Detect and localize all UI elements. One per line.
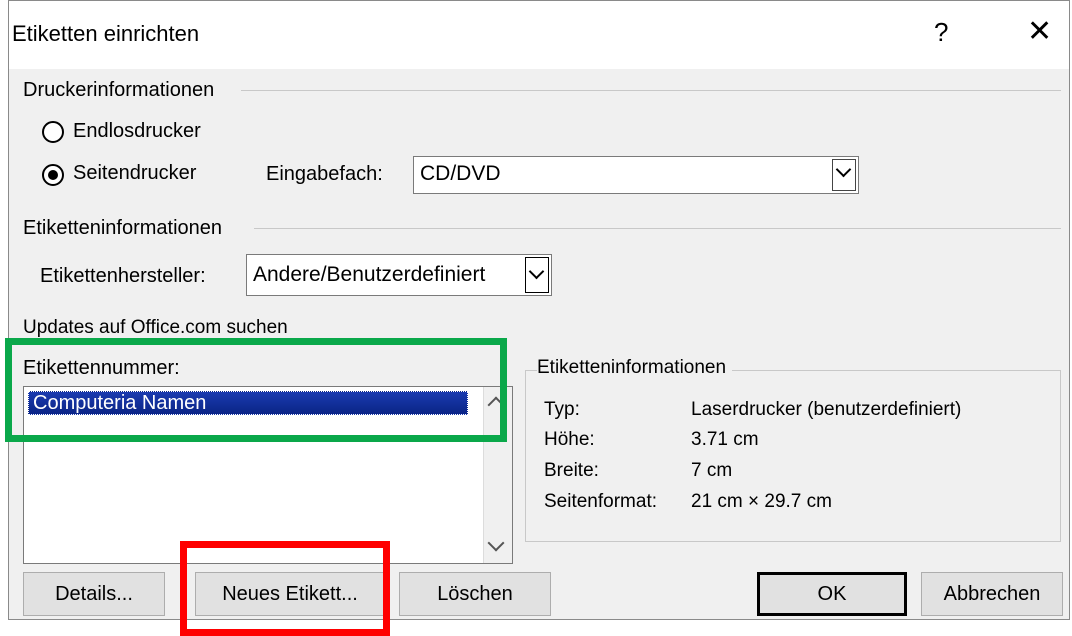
type-key: Typ:	[544, 399, 580, 420]
label-info-group-label: Etiketteninformationen	[23, 217, 229, 240]
label-options-dialog: Etiketten einrichten ? ✕ Druckerinformat…	[8, 0, 1070, 620]
height-key: Höhe:	[544, 429, 595, 450]
chevron-down-icon	[528, 263, 545, 280]
dialog-title: Etiketten einrichten	[12, 21, 200, 46]
scroll-down-icon[interactable]	[487, 534, 505, 552]
tray-value: CD/DVD	[420, 162, 501, 185]
label-info-divider	[254, 228, 1061, 229]
ok-button[interactable]: OK	[757, 572, 907, 616]
continuous-printer-label[interactable]: Endlosdrucker	[73, 120, 201, 143]
label-details-panel	[525, 370, 1061, 542]
tray-dropdown-button[interactable]	[832, 159, 856, 191]
cancel-button[interactable]: Abbrechen	[921, 572, 1063, 616]
printer-info-divider	[241, 90, 1061, 91]
title-bar: Etiketten einrichten ? ✕	[9, 1, 1069, 69]
help-button[interactable]: ?	[934, 17, 948, 48]
green-highlight-box	[5, 338, 507, 442]
page-printer-label[interactable]: Seitendrucker	[73, 162, 196, 185]
height-value: 3.71 cm	[691, 429, 759, 450]
type-value: Laserdrucker (benutzerdefiniert)	[691, 399, 962, 420]
delete-button[interactable]: Löschen	[399, 572, 551, 616]
printer-info-group-label: Druckerinformationen	[23, 79, 221, 102]
page-size-key: Seitenformat:	[544, 491, 657, 512]
vendor-label: Etikettenhersteller:	[40, 265, 206, 287]
vendor-dropdown-button[interactable]	[525, 257, 549, 293]
vendor-value: Andere/Benutzerdefiniert	[253, 263, 486, 286]
details-group-label: Etiketteninformationen	[537, 357, 733, 379]
width-value: 7 cm	[691, 460, 733, 481]
tray-dropdown[interactable]: CD/DVD	[413, 156, 859, 194]
page-printer-radio[interactable]	[42, 164, 64, 186]
tray-label: Eingabefach:	[266, 163, 383, 185]
red-highlight-box	[180, 541, 390, 636]
details-button[interactable]: Details...	[23, 572, 165, 616]
chevron-down-icon	[835, 161, 852, 178]
close-button[interactable]: ✕	[1027, 14, 1052, 49]
width-key: Breite:	[544, 460, 599, 481]
page-size-value: 21 cm × 29.7 cm	[691, 491, 832, 512]
updates-link[interactable]: Updates auf Office.com suchen	[23, 317, 288, 339]
continuous-printer-radio[interactable]	[42, 121, 64, 143]
vendor-dropdown[interactable]: Andere/Benutzerdefiniert	[246, 254, 552, 296]
